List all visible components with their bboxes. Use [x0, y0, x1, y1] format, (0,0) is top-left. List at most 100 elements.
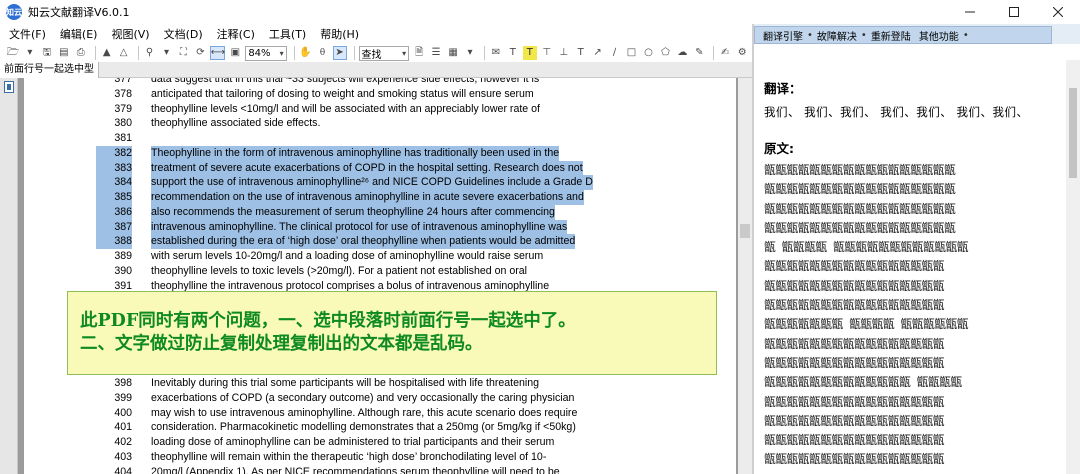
rectangle-icon[interactable]: □: [625, 46, 639, 60]
link-troubleshoot[interactable]: 故障解决: [817, 28, 857, 43]
open-folder-icon[interactable]: 🗁: [6, 46, 20, 60]
text-line[interactable]: 403 theophylline will remain within the t…: [24, 450, 736, 465]
app-logo-icon: 知云: [6, 4, 22, 20]
text-line[interactable]: 385 recommendation on the use of intraven…: [24, 190, 736, 205]
text-line[interactable]: 402 loading dose of aminophylline can be …: [24, 435, 736, 450]
underline-icon[interactable]: ⊥: [557, 46, 571, 60]
text-line[interactable]: 389 with serum levels 10-20mg/l and a loa…: [24, 249, 736, 264]
close-button[interactable]: [1036, 0, 1080, 24]
text-line[interactable]: 400 may wish to use intravenous aminophyl…: [24, 406, 736, 421]
menu-tools[interactable]: 工具(T): [266, 26, 309, 42]
text-line[interactable]: 380 theophylline associated side effects.: [24, 116, 736, 131]
line-number: 385: [96, 190, 132, 205]
original-text-line: 甑甑甑甑甑甑甑 甑甑甑甑 甑甑甑甑甑甑: [764, 317, 969, 332]
arrow-icon[interactable]: ↗: [591, 46, 605, 60]
crop-icon[interactable]: ⛶: [176, 46, 190, 60]
zoom-select[interactable]: 84% ▾: [245, 45, 287, 61]
line-icon[interactable]: ∕: [608, 46, 622, 60]
cloud-icon[interactable]: ☁: [675, 46, 689, 60]
save-as-icon[interactable]: ▤: [57, 46, 71, 60]
original-text-line: 甑甑甑甑甑甑甑甑甑甑甑甑甑甑甑甑甑: [764, 182, 956, 197]
layout-icon[interactable]: ▦: [446, 46, 460, 60]
layout-dropdown-icon[interactable]: ▾: [463, 46, 477, 60]
fit-width-icon[interactable]: ⟷: [210, 46, 226, 60]
original-text: 甑甑甑甑甑甑甑甑甑甑甑甑甑甑甑甑甑 甑甑甑甑甑甑甑甑甑甑甑甑甑甑甑甑甑 甑甑甑甑甑甑…: [764, 161, 1064, 470]
ellipse-icon[interactable]: ○: [642, 46, 656, 60]
minimize-button[interactable]: [948, 0, 992, 24]
zoom-icon[interactable]: ⚲: [143, 46, 157, 60]
select-text-icon[interactable]: ⍬: [316, 46, 330, 60]
line-number: 404: [114, 465, 132, 474]
page-icon[interactable]: 🗎: [412, 46, 426, 60]
text-line[interactable]: 390 theophylline levels to toxic levels (…: [24, 264, 736, 279]
save-icon[interactable]: 🖫: [40, 46, 54, 60]
print-icon[interactable]: ⎙: [74, 46, 88, 60]
line-number: 402: [114, 436, 132, 448]
menu-comment[interactable]: 注释(C): [214, 26, 258, 42]
menu-view[interactable]: 视图(V): [108, 26, 152, 42]
vertical-scrollbar[interactable]: [738, 78, 752, 474]
rotate-icon[interactable]: ⟳: [193, 46, 207, 60]
fit-page-icon[interactable]: ▣: [228, 46, 242, 60]
insert-text-icon[interactable]: T: [574, 46, 588, 60]
flip-right-icon[interactable]: △: [117, 46, 131, 60]
flip-left-icon[interactable]: ▲: [100, 46, 114, 60]
original-text-line: 甑甑甑甑甑甑甑甑甑甑甑甑甑 甑甑甑甑: [764, 375, 962, 390]
translation-scrollbar[interactable]: [1066, 60, 1080, 474]
link-other-functions[interactable]: 其他功能: [919, 28, 959, 43]
settings-icon[interactable]: ⚙: [735, 46, 749, 60]
toolbar-divider: [353, 46, 355, 60]
text-line[interactable]: 386 also recommends the measurement of se…: [24, 204, 736, 220]
line-number: 384: [96, 175, 132, 191]
line-number: 381: [114, 132, 132, 144]
menu-edit[interactable]: 编辑(E): [57, 26, 101, 42]
line-number: 401: [114, 421, 132, 434]
close-icon: [1053, 7, 1063, 17]
highlight-icon[interactable]: T: [522, 46, 537, 60]
text-line[interactable]: 382 Theophylline in the form of intraveno…: [24, 145, 736, 161]
menu-help[interactable]: 帮助(H): [317, 26, 362, 42]
link-relogin[interactable]: 重新登陆: [871, 28, 911, 43]
text-line[interactable]: 383 treatment of severe acute exacerbatio…: [24, 160, 736, 176]
text-line[interactable]: 388 established during the era of ‘high d…: [24, 234, 736, 250]
text-line[interactable]: 399 exacerbations of COPD (a secondary ou…: [24, 391, 736, 406]
text-line[interactable]: 401 consideration. Pharmacokinetic modell…: [24, 420, 736, 435]
dropdown-arrow-icon[interactable]: ▾: [23, 46, 37, 60]
text-line[interactable]: 378 anticipated that tailoring of dosing …: [24, 87, 736, 102]
text-line[interactable]: 404 20mg/l (Appendix 1). As per NICE reco…: [24, 465, 736, 474]
pencil-icon[interactable]: ✎: [692, 46, 706, 60]
pdf-page[interactable]: 377 data suggest that in this trial ~33 s…: [24, 78, 736, 474]
text-line[interactable]: 387 intravenous aminophylline. The clinic…: [24, 219, 736, 235]
line-number: 377: [114, 78, 132, 85]
strikethrough-icon[interactable]: ⊤: [540, 46, 554, 60]
edit-icon[interactable]: ✍: [718, 46, 732, 60]
polygon-icon[interactable]: ⬠: [658, 46, 672, 60]
line-number: 386: [96, 204, 132, 220]
scrollbar-thumb[interactable]: [740, 224, 750, 238]
text-line[interactable]: 384 support the use of intravenous aminop…: [24, 175, 736, 191]
translation-scrollbar-thumb[interactable]: [1069, 88, 1077, 178]
select-cursor-icon[interactable]: ➤: [332, 46, 347, 60]
bookmark-icon[interactable]: [4, 81, 14, 93]
maximize-button[interactable]: [992, 0, 1036, 24]
line-number: 400: [114, 406, 132, 419]
text-box-icon[interactable]: T: [506, 46, 520, 60]
window-controls: [948, 0, 1080, 24]
text-line[interactable]: 377 data suggest that in this trial ~33 s…: [24, 78, 736, 87]
comment-icon[interactable]: ✉: [489, 46, 503, 60]
line-text: Theophylline in the form of intravenous …: [151, 145, 560, 161]
zoom-dropdown-icon[interactable]: ▾: [160, 46, 174, 60]
text-line[interactable]: 379 theophylline levels <10mg/l and will …: [24, 102, 736, 117]
line-text: support the use of intravenous aminophyl…: [151, 175, 593, 191]
page-list-icon[interactable]: ☰: [429, 46, 443, 60]
hand-tool-icon[interactable]: ✋: [299, 46, 313, 60]
document-tab-bar: 前面行号一起选中型: [0, 62, 752, 78]
text-line[interactable]: 381: [24, 131, 736, 146]
search-select[interactable]: 查找 ▾: [358, 45, 410, 61]
original-text-line: 甑 甑甑甑甑 甑甑甑甑甑甑甑甑甑甑甑甑: [764, 240, 969, 255]
document-tab[interactable]: 前面行号一起选中型: [0, 62, 99, 78]
menu-file[interactable]: 文件(F): [6, 26, 49, 42]
text-line[interactable]: 398 Inevitably during this trial some par…: [24, 376, 736, 391]
menu-document[interactable]: 文档(D): [161, 26, 206, 42]
link-translation-engine[interactable]: 翻译引擎: [763, 28, 803, 43]
